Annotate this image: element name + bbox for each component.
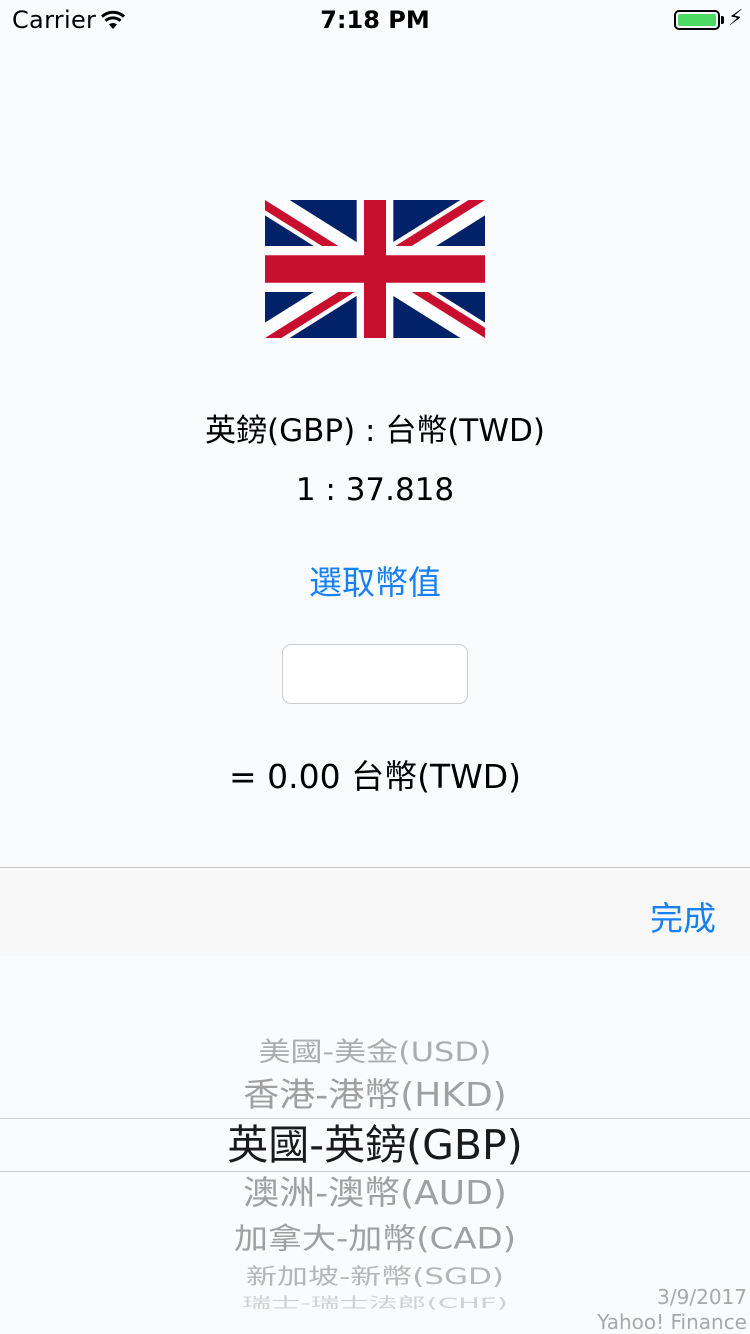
picker-selection-top-line [0, 1118, 750, 1119]
currency-picker[interactable]: 美國-美金(USD) 香港-港幣(HKD) 英國-英鎊(GBP) 澳洲-澳幣(A… [0, 956, 750, 1334]
done-button[interactable]: 完成 [650, 892, 716, 940]
currency-pair-label: 英鎊(GBP) : 台幣(TWD) [205, 413, 545, 449]
battery-icon [674, 10, 720, 30]
select-currency-button[interactable]: 選取幣值 [275, 556, 475, 604]
rate-date-label: 3/9/2017 [657, 1285, 747, 1309]
data-source-label: Yahoo! Finance [597, 1310, 747, 1334]
amount-input[interactable] [282, 644, 468, 704]
picker-item-sgd[interactable]: 新加坡-新幣(SGD) [0, 1263, 750, 1290]
conversion-result-label: = 0.00 台幣(TWD) [228, 757, 522, 796]
status-bar: Carrier 7:18 PM ⚡ [0, 0, 750, 40]
picker-item-chf[interactable]: 瑞士-瑞士法郎(CHF) [0, 1295, 750, 1312]
charging-bolt-icon: ⚡ [728, 6, 744, 31]
picker-selection-bottom-line [0, 1171, 750, 1172]
exchange-rate-label: 1 : 37.818 [295, 472, 455, 508]
picker-item-cad[interactable]: 加拿大-加幣(CAD) [0, 1221, 750, 1257]
picker-item-usd[interactable]: 美國-美金(USD) [0, 1035, 750, 1069]
picker-item-gbp[interactable]: 英國-英鎊(GBP) [0, 1121, 750, 1169]
clock: 7:18 PM [320, 6, 430, 34]
picker-item-hkd[interactable]: 香港-港幣(HKD) [0, 1076, 750, 1116]
picker-toolbar: 完成 [0, 867, 750, 956]
uk-flag-icon [265, 200, 485, 338]
picker-item-aud[interactable]: 澳洲-澳幣(AUD) [0, 1174, 750, 1214]
battery-tip [721, 16, 724, 24]
